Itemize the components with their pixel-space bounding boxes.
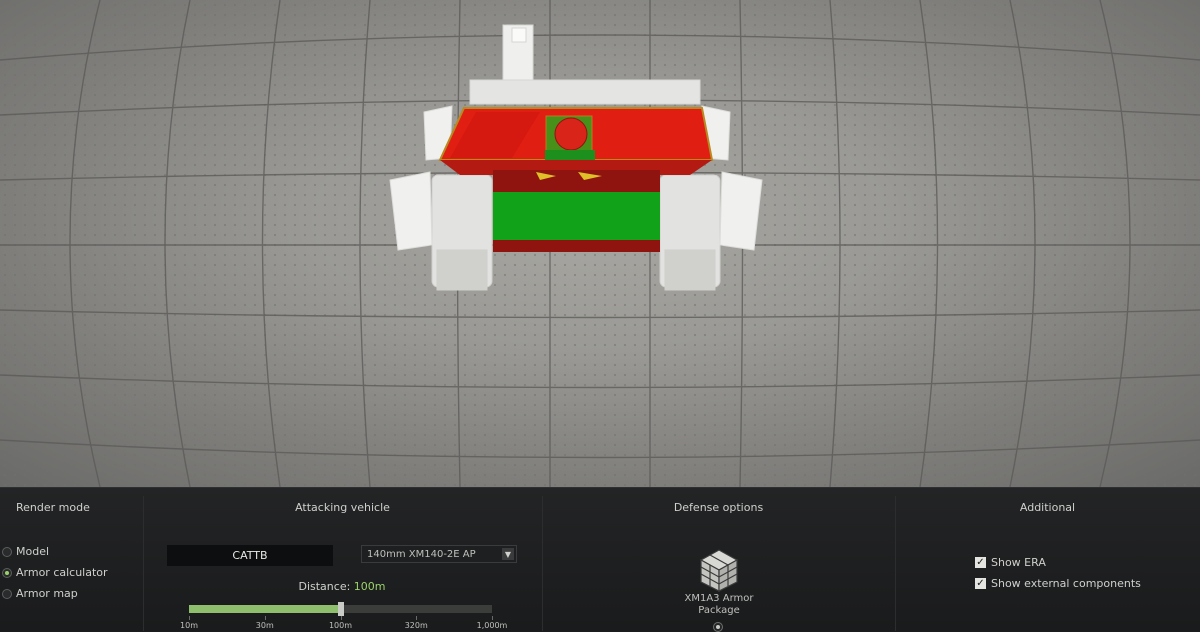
slider-tick-label: 1,000m [476, 621, 508, 630]
additional-heading: Additional [1019, 501, 1076, 514]
defense-options-heading: Defense options [673, 501, 764, 514]
tank-model [389, 24, 763, 291]
ammo-select-value: 140mm XM140-2E AP [367, 548, 476, 560]
armor-plates-icon[interactable] [697, 546, 741, 592]
distance-label: Distance: [298, 580, 351, 593]
distance-slider-handle[interactable] [337, 602, 344, 616]
distance-value: 100m [353, 580, 386, 593]
ammo-select[interactable]: 140mm XM140-2E AP ▼ [361, 545, 517, 563]
distance-readout: Distance: 100m [142, 580, 542, 593]
render-mode-armor-map-label: Armor map [16, 587, 78, 600]
slider-tick [340, 616, 342, 620]
render-mode-armor-calculator[interactable]: Armor calculator [2, 566, 108, 579]
show-external-components-option[interactable]: ✓ Show external components [975, 577, 1141, 590]
additional-section: Additional [895, 488, 1200, 631]
show-era-checkbox[interactable]: ✓ [975, 557, 986, 568]
slider-tick-label: 30m [255, 621, 274, 630]
slider-tick [264, 616, 266, 620]
3d-viewport[interactable] [0, 0, 1200, 487]
slider-tick [492, 616, 493, 620]
cupola [469, 24, 701, 105]
radio-model[interactable] [2, 546, 12, 557]
render-mode-armor-map[interactable]: Armor map [2, 587, 78, 600]
show-era-label: Show ERA [991, 556, 1046, 569]
slider-tick-label: 10m [180, 621, 198, 630]
render-mode-model[interactable]: Model [2, 545, 49, 558]
distance-slider-fill [189, 605, 341, 613]
turret-armor [438, 107, 714, 175]
armor-package-label: XM1A3 Armor Package [684, 593, 754, 616]
render-mode-section: Render mode Model Armor calculator Armor… [0, 488, 143, 631]
hull-armor [493, 170, 660, 252]
show-external-components-label: Show external components [991, 577, 1141, 590]
distance-slider[interactable] [189, 602, 492, 616]
render-mode-armor-calculator-label: Armor calculator [16, 566, 108, 579]
radio-armor-map[interactable] [2, 588, 12, 599]
radio-armor-calculator[interactable] [2, 567, 12, 578]
slider-tick [189, 616, 190, 620]
attacking-vehicle-select[interactable]: CATTB [167, 545, 333, 566]
bottom-panel: Render mode Model Armor calculator Armor… [0, 487, 1200, 631]
show-external-components-checkbox[interactable]: ✓ [975, 578, 986, 589]
armor-package-radio[interactable] [713, 622, 723, 632]
attacking-vehicle-heading: Attacking vehicle [295, 501, 390, 514]
show-era-option[interactable]: ✓ Show ERA [975, 556, 1046, 569]
slider-tick-label: 100m [328, 621, 353, 630]
render-mode-model-label: Model [16, 545, 50, 558]
slider-tick-label: 320m [404, 621, 428, 630]
chevron-down-icon[interactable]: ▼ [502, 548, 514, 560]
slider-tick [416, 616, 418, 620]
render-mode-heading: Render mode [16, 501, 90, 514]
